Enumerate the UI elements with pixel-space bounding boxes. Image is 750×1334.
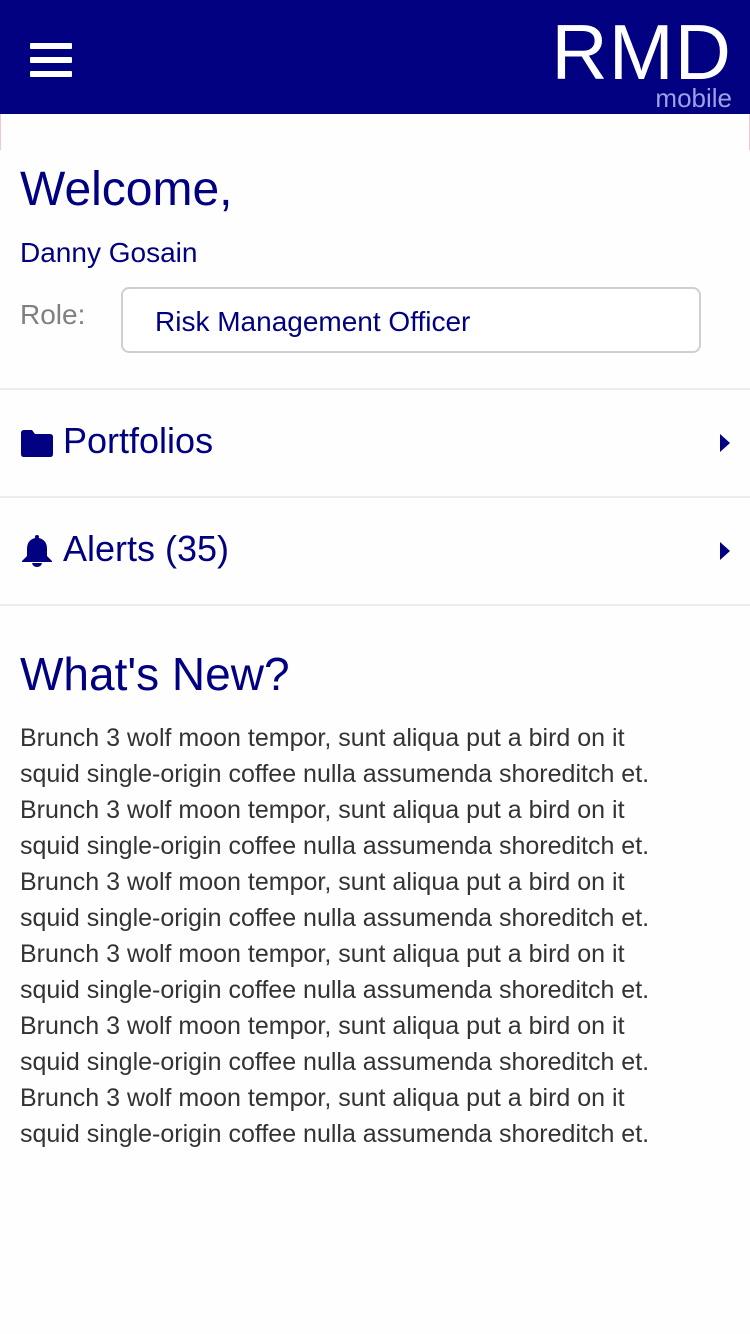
app-screen: RMD mobile Welcome, Danny Gosain Role: R… — [0, 0, 750, 1334]
nav-label-portfolios: Portfolios — [63, 420, 214, 461]
role-field[interactable]: Risk Management Officer — [121, 287, 701, 353]
news-line: squid single-origin coffee nulla assumen… — [20, 1048, 650, 1076]
news-line: squid single-origin coffee nulla assumen… — [20, 904, 650, 932]
news-line: Brunch 3 wolf moon tempor, sunt aliqua p… — [20, 940, 625, 968]
whats-new-title: What's New? — [20, 648, 290, 700]
app-header: RMD mobile — [0, 0, 750, 114]
nav-item-alerts[interactable]: Alerts (35) — [0, 498, 750, 604]
role-label: Role: — [20, 299, 86, 330]
news-line: squid single-origin coffee nulla assumen… — [20, 1120, 650, 1148]
news-line: Brunch 3 wolf moon tempor, sunt aliqua p… — [20, 1084, 625, 1112]
news-line: squid single-origin coffee nulla assumen… — [20, 832, 650, 860]
welcome-title: Welcome, — [20, 163, 233, 216]
hamburger-menu-icon[interactable] — [30, 43, 72, 77]
menu-bar-top — [30, 43, 72, 49]
bell-icon — [22, 535, 52, 567]
news-line: Brunch 3 wolf moon tempor, sunt aliqua p… — [20, 796, 625, 824]
news-line: squid single-origin coffee nulla assumen… — [20, 760, 650, 788]
menu-bar-middle — [30, 57, 72, 63]
news-line: squid single-origin coffee nulla assumen… — [20, 976, 650, 1004]
rmd-mobile-logo: RMD mobile — [551, 10, 732, 113]
news-line: Brunch 3 wolf moon tempor, sunt aliqua p… — [20, 724, 625, 752]
chevron-right-icon — [720, 434, 730, 452]
divider — [0, 604, 750, 606]
header-edge-strip — [0, 114, 750, 150]
news-line: Brunch 3 wolf moon tempor, sunt aliqua p… — [20, 868, 625, 896]
folder-icon — [21, 430, 53, 457]
chevron-right-icon — [720, 542, 730, 560]
logo-sub-text: mobile — [655, 83, 732, 113]
nav-item-portfolios[interactable]: Portfolios — [0, 390, 750, 496]
user-name: Danny Gosain — [20, 237, 198, 268]
role-value: Risk Management Officer — [155, 306, 471, 337]
whats-new-body: Brunch 3 wolf moon tempor, sunt aliqua p… — [20, 720, 730, 1152]
menu-bar-bottom — [30, 71, 72, 77]
news-line: Brunch 3 wolf moon tempor, sunt aliqua p… — [20, 1012, 625, 1040]
nav-label-alerts: Alerts (35) — [63, 528, 230, 569]
logo-main-text: RMD — [551, 8, 732, 96]
